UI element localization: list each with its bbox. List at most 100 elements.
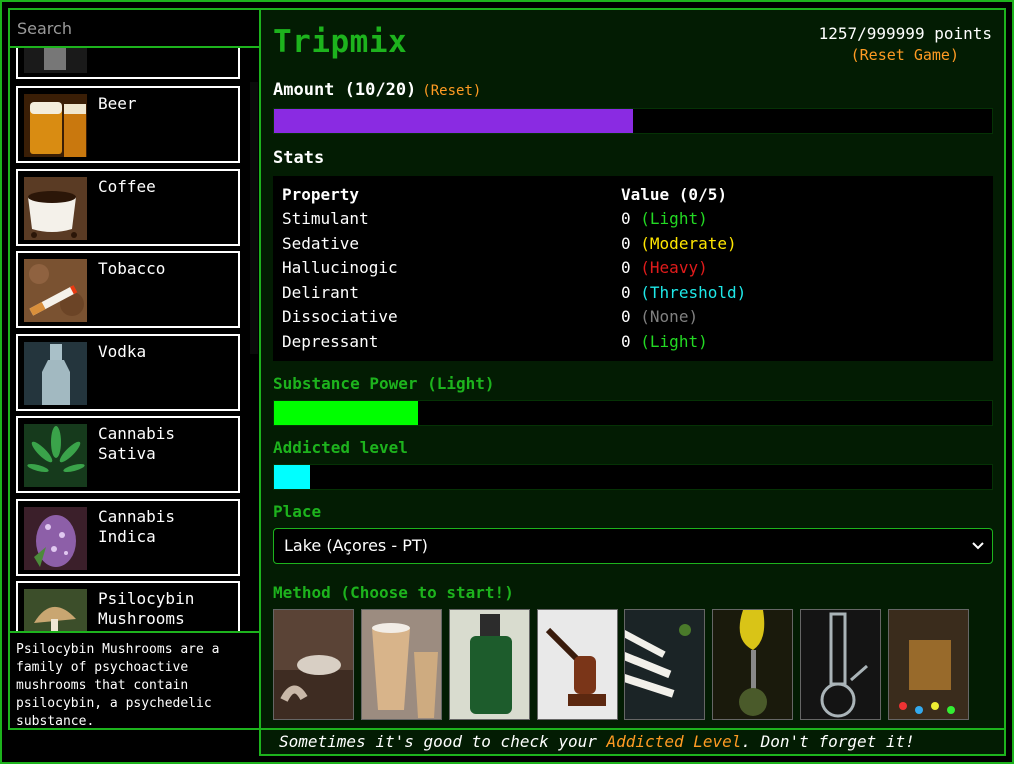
cigarette-icon <box>24 259 87 322</box>
stat-value: 0 (Light) <box>621 330 708 354</box>
place-selected-value: Lake (Açores - PT) <box>284 536 428 555</box>
stat-value: 0 (Moderate) <box>621 232 737 256</box>
method-option-8[interactable] <box>888 609 969 720</box>
joints-icon <box>625 610 704 719</box>
stats-row: Dissociative 0 (None) <box>282 305 982 329</box>
list-item-tobacco[interactable]: Tobacco <box>16 251 240 328</box>
search-input[interactable] <box>10 10 260 48</box>
stat-number: 0 <box>621 209 631 228</box>
hookah-icon <box>713 610 792 719</box>
substance-power-label: Substance Power (Light) <box>273 374 495 393</box>
item-label: Psilocybin Mushrooms <box>98 589 195 628</box>
stat-value: 0 (Light) <box>621 207 708 231</box>
item-label: Tobacco <box>98 259 166 278</box>
item-label: Cannabis Sativa <box>98 424 176 463</box>
green-bottle-icon <box>450 610 529 719</box>
addicted-level-fill <box>274 465 310 489</box>
reset-game-link[interactable]: (Reset Game) <box>851 46 959 64</box>
item-label: Coffee <box>98 177 156 196</box>
app-title: Tripmix <box>273 24 408 60</box>
cannabis-bud-icon <box>24 507 87 570</box>
points-counter: 1257/999999 points <box>818 24 992 43</box>
method-option-5[interactable] <box>624 609 705 720</box>
item-label: Cannabis Indica <box>98 507 176 546</box>
place-label: Place <box>273 502 322 521</box>
amount-reset-link[interactable]: (Reset) <box>422 83 481 99</box>
stats-row: Depressant 0 (Light) <box>282 330 982 354</box>
value-column-header: Value (0/5) <box>621 185 727 204</box>
chevron-down-icon <box>972 529 984 575</box>
stat-number: 0 <box>621 258 631 278</box>
stats-header-row: Property Value (0/5) <box>282 183 982 207</box>
substance-description: Psilocybin Mushrooms are a family of psy… <box>10 631 260 730</box>
list-item-partial[interactable] <box>16 48 240 79</box>
list-item-cannabis-indica[interactable]: Cannabis Indica <box>16 499 240 576</box>
method-option-1[interactable] <box>273 609 354 720</box>
stat-property: Dissociative <box>282 307 398 327</box>
list-item-psilocybin-mushrooms[interactable]: Psilocybin Mushrooms <box>16 581 240 631</box>
glass-bong-icon <box>801 610 880 719</box>
item-label: Vodka <box>98 342 147 361</box>
stat-property: Delirant <box>282 282 360 302</box>
amount-bar <box>273 108 993 134</box>
method-label: Method (Choose to start!) <box>273 583 514 602</box>
beer-icon <box>24 94 87 157</box>
method-option-3[interactable] <box>449 609 530 720</box>
method-option-2[interactable] <box>361 609 442 720</box>
mushroom-icon <box>24 589 87 631</box>
stat-level: (Moderate) <box>640 233 737 253</box>
addicted-level-label: Addicted level <box>273 438 408 457</box>
list-item-coffee[interactable]: Coffee <box>16 169 240 246</box>
item-label: Beer <box>98 94 137 113</box>
stat-value: 0 (None) <box>621 305 698 329</box>
glass-and-pills-icon <box>889 610 968 719</box>
list-item-cannabis-sativa[interactable]: Cannabis Sativa <box>16 416 240 493</box>
stat-value: 0 (Threshold) <box>621 281 746 305</box>
tip-text-after: . Don't forget it! <box>741 732 915 751</box>
method-option-7[interactable] <box>800 609 881 720</box>
stats-row: Stimulant 0 (Light) <box>282 207 982 231</box>
coffee-icon <box>24 177 87 240</box>
scrollbar-thumb[interactable] <box>250 82 258 354</box>
amount-bar-fill <box>274 109 633 133</box>
stat-property: Sedative <box>282 233 360 253</box>
stat-level: (Light) <box>640 209 708 228</box>
stats-row: Sedative 0 (Moderate) <box>282 232 982 256</box>
stat-level: (Threshold) <box>640 282 747 302</box>
stat-property: Hallucinogic <box>282 258 398 278</box>
stat-number: 0 <box>621 282 631 302</box>
property-column-header: Property <box>282 185 360 204</box>
substance-list[interactable]: Beer Coffee Tobacco Vodka Cannabis Sativ… <box>10 48 248 631</box>
list-item-vodka[interactable]: Vodka <box>16 334 240 411</box>
amount-heading: Amount (10/20) (Reset) <box>273 80 481 100</box>
stats-table: Property Value (0/5) Stimulant 0 (Light) S… <box>273 176 993 361</box>
stats-row: Hallucinogic 0 (Heavy) <box>282 256 982 280</box>
substance-power-bar <box>273 400 993 426</box>
amount-label: Amount (10/20) <box>273 80 417 100</box>
cannabis-leaf-icon <box>24 424 87 487</box>
list-item-beer[interactable]: Beer <box>16 86 240 163</box>
tip-bar: Sometimes it's good to check your Addict… <box>259 730 1006 756</box>
method-option-6[interactable] <box>712 609 793 720</box>
stat-number: 0 <box>621 332 631 351</box>
hand-on-table-icon <box>274 610 353 719</box>
stat-level: (Heavy) <box>640 258 708 278</box>
paper-cups-icon <box>362 610 441 719</box>
method-option-4[interactable] <box>537 609 618 720</box>
vodka-bottle-icon <box>24 342 87 405</box>
stat-level: (None) <box>640 307 699 327</box>
main-panel: Tripmix 1257/999999 points (Reset Game) … <box>259 8 1006 730</box>
glass-icon <box>24 48 87 73</box>
stat-number: 0 <box>621 307 631 327</box>
addicted-level-bar <box>273 464 993 490</box>
stats-row: Delirant 0 (Threshold) <box>282 281 982 305</box>
stats-heading: Stats <box>273 148 325 168</box>
smoking-pipe-icon <box>538 610 617 719</box>
substance-sidebar: Beer Coffee Tobacco <box>8 8 260 730</box>
stat-property: Depressant <box>282 332 379 351</box>
place-select[interactable]: Lake (Açores - PT) <box>273 528 993 564</box>
stat-property: Stimulant <box>282 209 369 228</box>
tip-text-before: Sometimes it's good to check your <box>279 732 607 751</box>
tip-highlight: Addicted Level <box>606 732 742 751</box>
stat-level: (Light) <box>640 332 708 351</box>
